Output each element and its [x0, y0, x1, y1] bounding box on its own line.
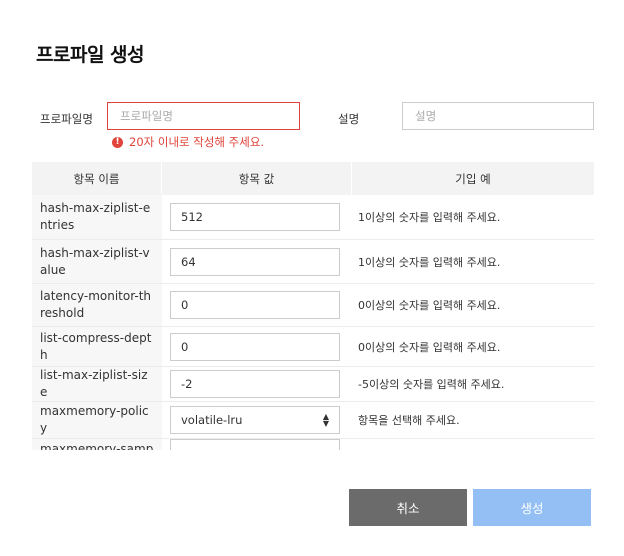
select-arrows-icon: ▲ ▼ — [322, 412, 329, 428]
column-header-value: 항목 값 — [162, 162, 352, 195]
row-value-input[interactable] — [170, 291, 340, 319]
create-button[interactable]: 생성 — [473, 489, 591, 526]
table-row: latency-monitor-threshold 0이상의 숫자를 입력해 주… — [32, 284, 594, 327]
row-hint: 항목을 선택해 주세요. — [358, 414, 460, 427]
row-hint: 1이상의 숫자를 입력해 주세요. — [358, 255, 501, 269]
column-header-example: 기입 예 — [455, 171, 491, 186]
row-name: maxmemory-sampl — [32, 439, 162, 450]
table-row: maxmemory-policy volatile-lru ▲ ▼ 항목을 선택해… — [32, 402, 594, 439]
row-name: latency-monitor-threshold — [32, 284, 162, 326]
row-name: hash-max-ziplist-entries — [32, 195, 162, 239]
table-row: list-max-ziplist-size -5이상의 숫자를 입력해 주세요. — [32, 367, 594, 402]
row-name: maxmemory-policy — [32, 402, 162, 438]
profile-name-label: 프로파일명 — [40, 112, 93, 126]
table-row: maxmemory-sampl — [32, 439, 594, 450]
error-icon: ! — [112, 136, 123, 148]
profile-name-input[interactable] — [107, 102, 300, 130]
row-hint: -5이상의 숫자를 입력해 주세요. — [358, 378, 505, 391]
row-value-input[interactable] — [170, 439, 340, 450]
row-name: list-compress-depth — [32, 327, 162, 366]
row-value-input[interactable] — [170, 332, 340, 361]
description-label: 설명 — [338, 112, 360, 126]
select-value: volatile-lru — [181, 413, 243, 427]
column-header-name: 항목 이름 — [32, 162, 162, 195]
profile-name-error: ! 20자 이내로 작성해 주세요. — [112, 134, 264, 150]
row-value-input[interactable] — [170, 247, 340, 276]
description-input[interactable] — [402, 102, 594, 130]
row-hint: 0이상의 숫자를 입력해 주세요. — [358, 299, 501, 312]
table-header: 항목 이름 항목 값 기입 예 — [32, 162, 594, 195]
table-row: list-compress-depth 0이상의 숫자를 입력해 주세요. — [32, 327, 594, 367]
cancel-button[interactable]: 취소 — [349, 489, 467, 526]
parameter-table: 항목 이름 항목 값 기입 예 hash-max-ziplist-entries… — [32, 162, 594, 450]
profile-name-error-text: 20자 이내로 작성해 주세요. — [129, 135, 265, 149]
row-value-input[interactable] — [170, 203, 340, 231]
row-hint: 1이상의 숫자를 입력해 주세요. — [358, 211, 501, 224]
maxmemory-policy-select[interactable]: volatile-lru ▲ ▼ — [170, 406, 340, 434]
page-title: 프로파일 생성 — [36, 44, 145, 66]
table-row: hash-max-ziplist-value 1이상의 숫자를 입력해 주세요. — [32, 240, 594, 284]
row-name: list-max-ziplist-size — [32, 367, 162, 401]
row-hint: 0이상의 숫자를 입력해 주세요. — [358, 340, 501, 354]
row-value-input[interactable] — [170, 370, 340, 398]
row-name: hash-max-ziplist-value — [32, 240, 162, 283]
table-row: hash-max-ziplist-entries 1이상의 숫자를 입력해 주세… — [32, 195, 594, 240]
